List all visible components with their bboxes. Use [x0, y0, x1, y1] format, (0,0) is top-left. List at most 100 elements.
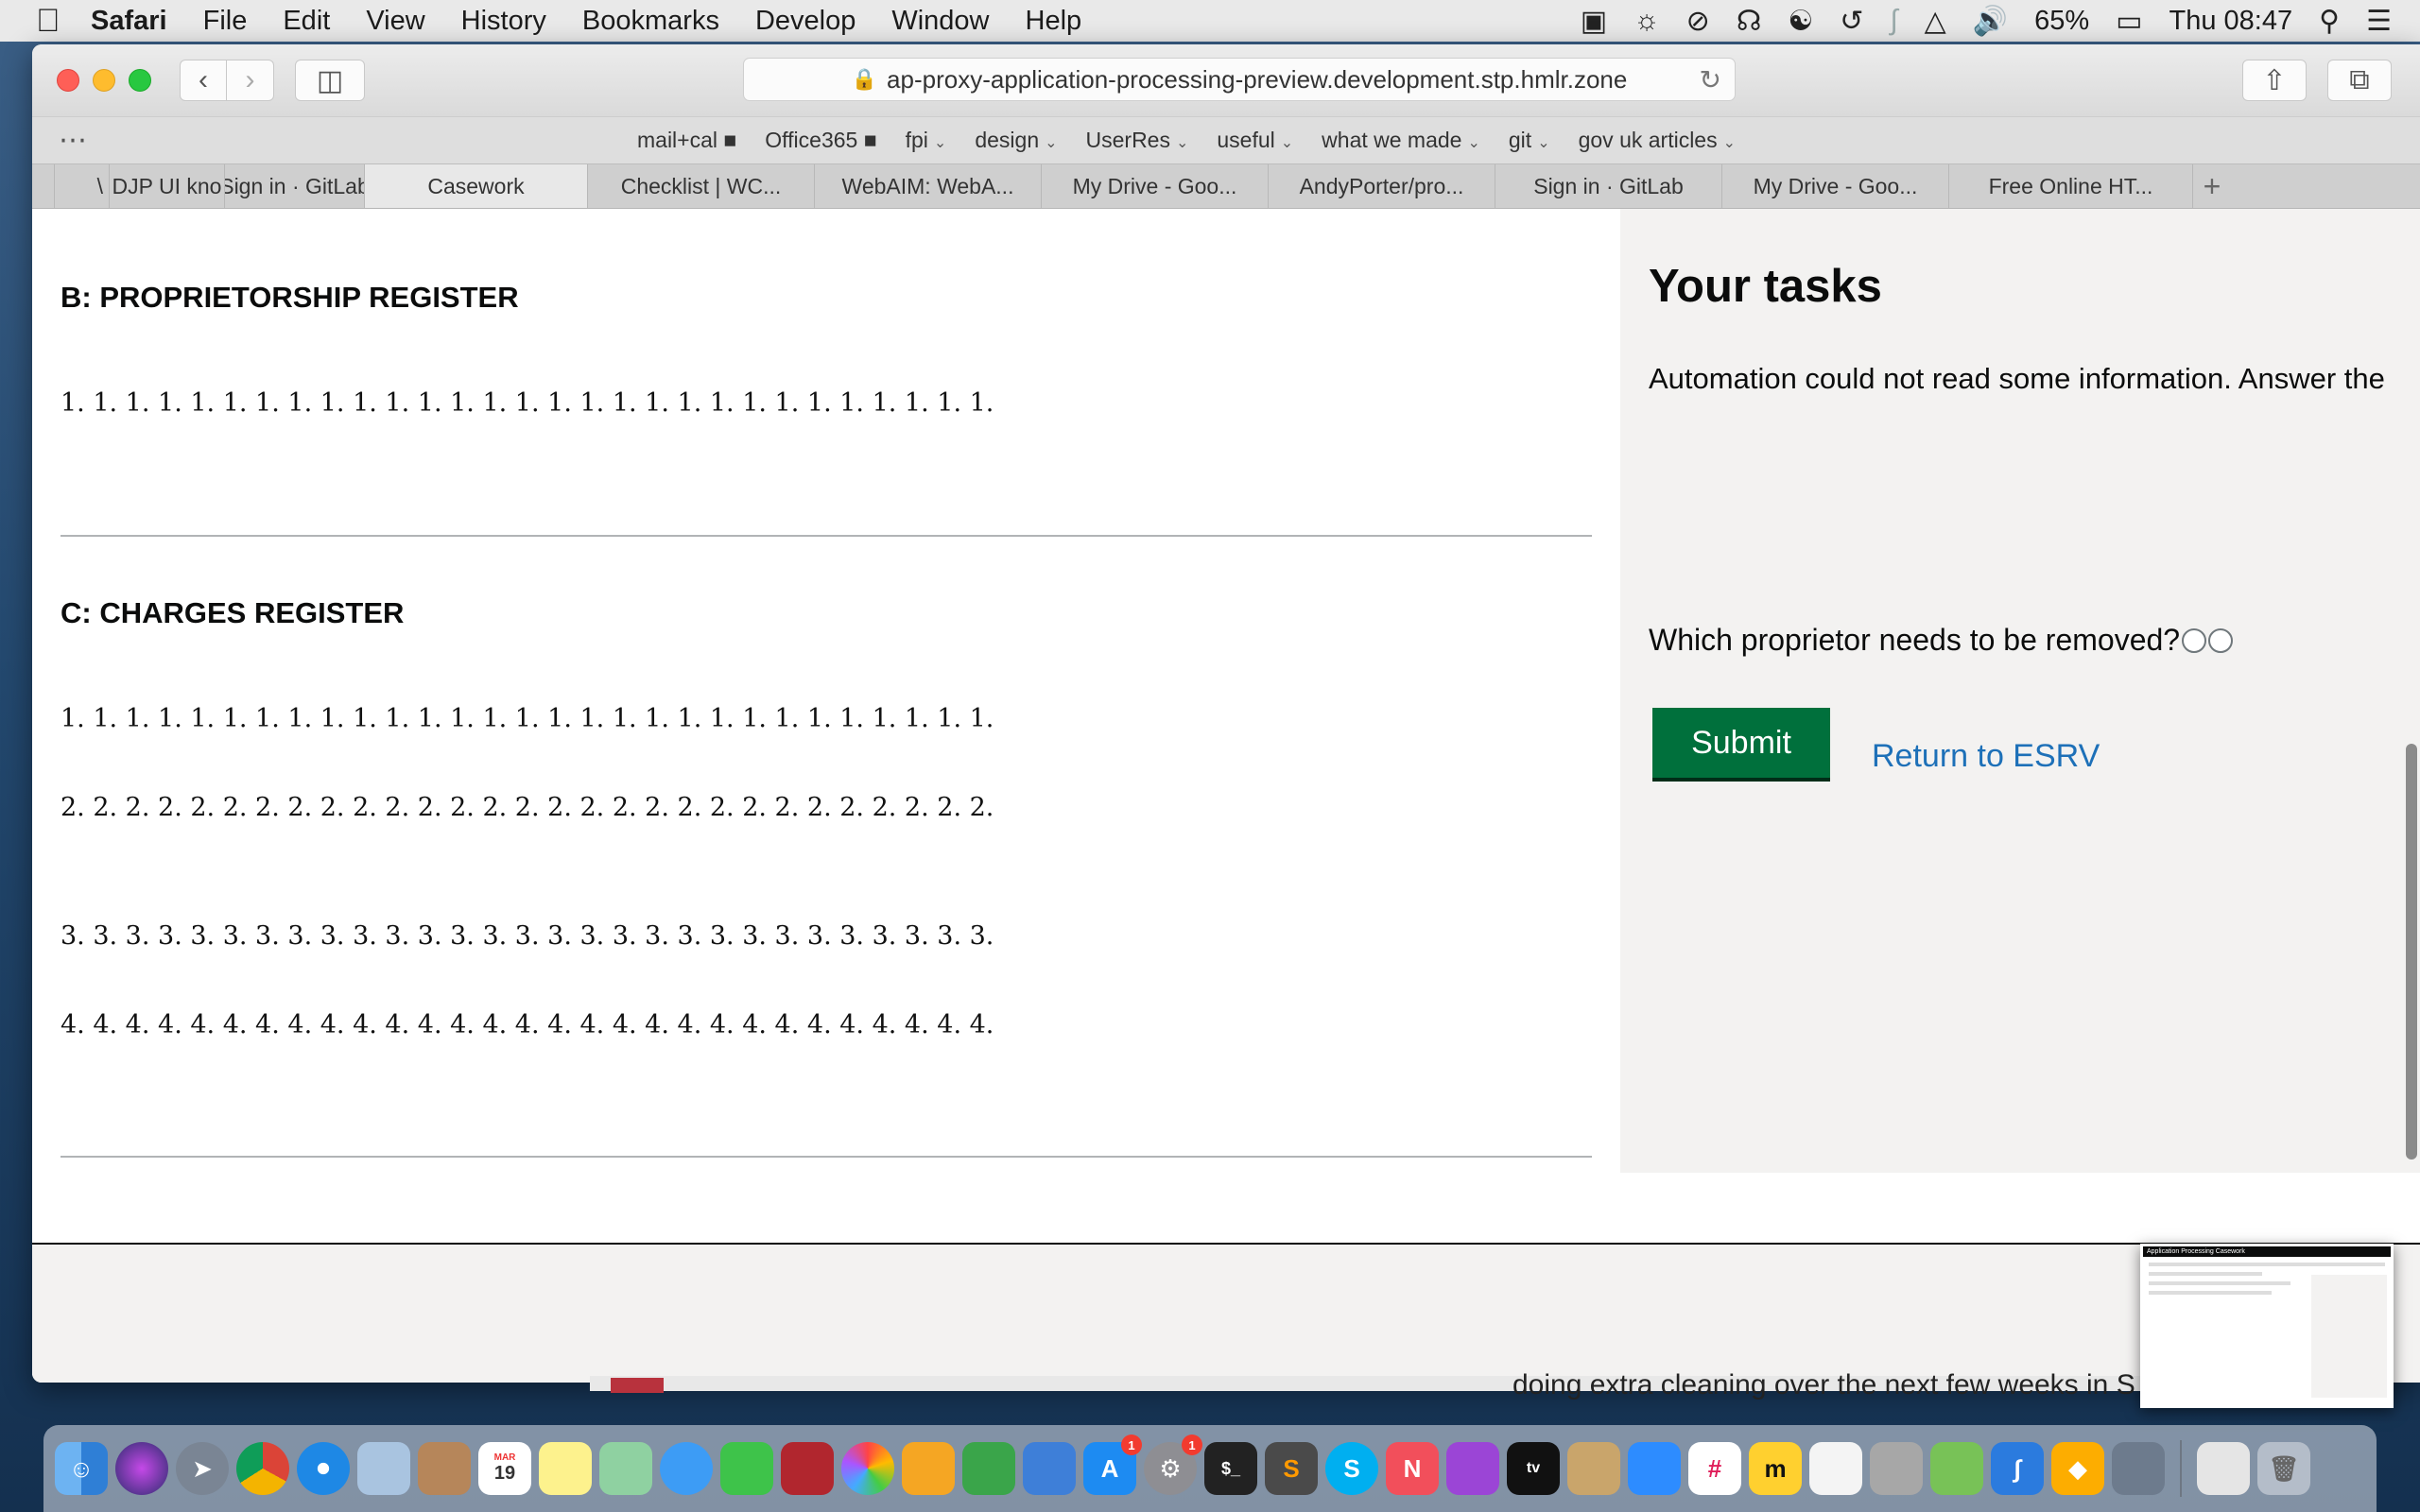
calendar-icon[interactable]: MAR 19	[478, 1442, 531, 1495]
return-to-esrv-link[interactable]: Return to ESRV	[1872, 738, 2100, 775]
favorite-folder-gov-uk-articles[interactable]: gov uk articles ⌄	[1579, 128, 1736, 153]
tab-djp-ui[interactable]: DJP UI kno	[110, 164, 225, 208]
close-window-button[interactable]	[57, 69, 79, 92]
screenshot-thumbnail[interactable]: Application Processing Casework	[2140, 1244, 2394, 1408]
facetime-icon[interactable]	[720, 1442, 773, 1495]
terminal-icon[interactable]: $_	[1204, 1442, 1257, 1495]
volume-icon[interactable]: 🔊	[1973, 5, 2008, 38]
miro-icon[interactable]: m	[1749, 1442, 1802, 1495]
menu-help[interactable]: Help	[1026, 6, 1082, 37]
siri-icon[interactable]	[115, 1442, 168, 1495]
favorite-folder-userres[interactable]: UserRes ⌄	[1086, 128, 1189, 153]
finder-icon[interactable]: ☺	[55, 1442, 108, 1495]
messages-icon[interactable]	[660, 1442, 713, 1495]
tab-my-drive[interactable]: My Drive - Goo...	[1042, 164, 1269, 208]
battery-icon[interactable]: ▭	[2116, 5, 2142, 38]
news-icon[interactable]: N	[1386, 1442, 1439, 1495]
skype-icon[interactable]: S	[1325, 1442, 1378, 1495]
apps-grid-icon[interactable]: ⋯	[59, 124, 87, 157]
calculator-icon[interactable]	[1870, 1442, 1923, 1495]
image-capture-icon[interactable]	[2112, 1442, 2165, 1495]
trash-icon[interactable]: 🗑	[2257, 1442, 2310, 1495]
menu-view[interactable]: View	[366, 6, 424, 37]
system-preferences-icon[interactable]: ⚙ 1	[1144, 1435, 1202, 1495]
apple-menu-icon[interactable]: 	[36, 3, 91, 40]
keynote-icon[interactable]	[1023, 1442, 1076, 1495]
menu-window[interactable]: Window	[891, 6, 989, 37]
menu-file[interactable]: File	[203, 6, 248, 37]
tab-my-drive-2[interactable]: My Drive - Goo...	[1722, 164, 1949, 208]
new-tab-button[interactable]: +	[2193, 164, 2231, 208]
proprietor-radio-2[interactable]	[2208, 627, 2234, 653]
minimize-window-button[interactable]	[93, 69, 115, 92]
apple-tv-icon[interactable]: tv	[1507, 1442, 1560, 1495]
address-bar[interactable]: 🔒 ap-proxy-application-processing-previe…	[743, 58, 1736, 101]
favorite-folder-git[interactable]: git ⌄	[1509, 128, 1550, 153]
tab-webaim[interactable]: WebAIM: WebA...	[815, 164, 1042, 208]
clock[interactable]: Thu 08:47	[2169, 6, 2293, 37]
textedit-icon[interactable]	[1809, 1442, 1862, 1495]
favorite-folder-fpi[interactable]: fpi ⌄	[906, 128, 947, 153]
android-icon[interactable]	[1930, 1442, 1983, 1495]
favorite-folder-design[interactable]: design ⌄	[975, 128, 1057, 153]
creative-cloud-icon[interactable]: ☼	[1634, 5, 1660, 37]
launchpad-icon[interactable]: ➤	[176, 1442, 229, 1495]
submit-button[interactable]: Submit	[1652, 708, 1830, 778]
photos-icon[interactable]	[841, 1442, 894, 1495]
tab-checklist[interactable]: Checklist | WC...	[588, 164, 815, 208]
app-menu-safari[interactable]: Safari	[91, 6, 167, 37]
pages-icon[interactable]	[902, 1442, 955, 1495]
proprietor-radio-1[interactable]	[2182, 627, 2207, 653]
page-scrollbar[interactable]	[2403, 209, 2420, 1173]
favorite-mail-cal[interactable]: mail+cal ■	[637, 128, 736, 153]
tab-overview-button[interactable]: ⧉	[2327, 60, 2392, 101]
tab-pinned-1[interactable]	[32, 164, 55, 208]
tab-pinned-2[interactable]: \	[55, 164, 110, 208]
podcasts-icon[interactable]	[1446, 1442, 1499, 1495]
tab-casework[interactable]: Casework	[365, 164, 588, 208]
favorite-office365[interactable]: Office365 ■	[765, 128, 876, 153]
sidebar-toggle-button[interactable]: ◫	[295, 60, 365, 101]
maps-icon[interactable]	[599, 1442, 652, 1495]
bluetooth-icon[interactable]: ∫	[1890, 5, 1897, 37]
zoom-icon[interactable]	[1628, 1442, 1681, 1495]
printer-icon[interactable]	[2197, 1442, 2250, 1495]
tab-free-online-html[interactable]: Free Online HT...	[1949, 164, 2193, 208]
keychain-icon[interactable]	[1567, 1442, 1620, 1495]
app-store-icon[interactable]: A1	[1083, 1435, 1142, 1495]
back-button[interactable]: ‹	[180, 60, 227, 101]
accessibility-icon[interactable]: ☯	[1788, 5, 1813, 38]
tab-andyporter[interactable]: AndyPorter/pro...	[1269, 164, 1495, 208]
menu-develop[interactable]: Develop	[755, 6, 856, 37]
time-machine-icon[interactable]: ↺	[1840, 5, 1863, 38]
zoom-status-icon[interactable]: ▣	[1581, 5, 1607, 38]
fullscreen-window-button[interactable]	[129, 69, 151, 92]
battery-percent[interactable]: 65%	[2034, 6, 2089, 37]
scrollbar-thumb[interactable]	[2406, 744, 2417, 1160]
url-text[interactable]: ap-proxy-application-processing-preview.…	[887, 65, 1627, 94]
spotlight-search-icon[interactable]: ⚲	[2319, 5, 2340, 38]
sketch-icon[interactable]: ◆	[2051, 1442, 2104, 1495]
menu-history[interactable]: History	[461, 6, 546, 37]
reload-icon[interactable]: ↻	[1700, 64, 1721, 95]
photo-booth-icon[interactable]	[781, 1442, 834, 1495]
chrome-icon[interactable]	[236, 1442, 289, 1495]
wifi-icon[interactable]: △	[1925, 5, 1946, 38]
menu-edit[interactable]: Edit	[283, 6, 330, 37]
preview-icon[interactable]	[357, 1442, 410, 1495]
forward-button[interactable]: ›	[227, 60, 274, 101]
contacts-icon[interactable]	[418, 1442, 471, 1495]
share-button[interactable]: ⇧	[2242, 60, 2307, 101]
sublime-icon[interactable]: S	[1265, 1442, 1318, 1495]
do-not-disturb-icon[interactable]: ⊘	[1686, 5, 1710, 38]
slack-icon[interactable]: #	[1688, 1442, 1741, 1495]
notes-icon[interactable]	[539, 1442, 592, 1495]
favorite-folder-what-we-made[interactable]: what we made ⌄	[1322, 128, 1480, 153]
favorite-folder-useful[interactable]: useful ⌄	[1217, 128, 1293, 153]
menu-bookmarks[interactable]: Bookmarks	[582, 6, 719, 37]
tab-gitlab-signin[interactable]: Sign in · GitLab	[225, 164, 365, 208]
tab-gitlab-signin-2[interactable]: Sign in · GitLab	[1495, 164, 1722, 208]
headphones-icon[interactable]: ☊	[1737, 5, 1762, 38]
bluetooth-app-icon[interactable]: ∫	[1991, 1442, 2044, 1495]
safari-icon[interactable]	[297, 1442, 350, 1495]
